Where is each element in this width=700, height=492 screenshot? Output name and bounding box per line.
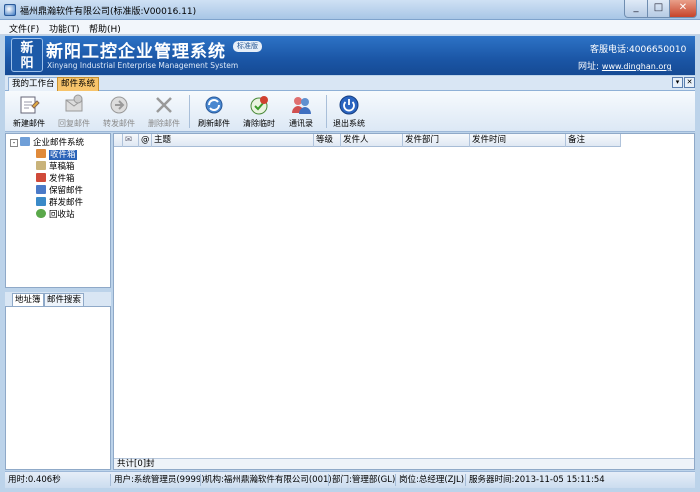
- tree-root[interactable]: - 企业邮件系统: [10, 137, 110, 149]
- col-send-time[interactable]: 发件时间: [470, 134, 566, 147]
- tree-item-label: 回收站: [49, 210, 75, 220]
- col-priority[interactable]: 等级: [314, 134, 341, 147]
- tree-item-label: 草稿箱: [49, 162, 75, 172]
- tree-item-label: 群发邮件: [49, 198, 84, 208]
- tab-mail-search[interactable]: 邮件搜索: [44, 293, 85, 306]
- forward-mail-label: 转发邮件: [103, 119, 135, 128]
- tab-my-workbench[interactable]: 我的工作台: [8, 77, 59, 91]
- delete-mail-label: 删除邮件: [148, 119, 180, 128]
- menu-function[interactable]: 功能(T): [49, 22, 80, 35]
- power-icon: [338, 94, 360, 116]
- reply-mail-icon: [63, 94, 85, 116]
- app-icon[interactable]: [4, 4, 16, 16]
- new-mail-button[interactable]: 新建邮件: [7, 93, 51, 131]
- website: 网址: www.dinghan.org: [578, 59, 672, 72]
- collapse-icon[interactable]: -: [10, 139, 18, 147]
- clear-temp-label: 清除临时: [243, 119, 275, 128]
- col-select[interactable]: [114, 134, 123, 147]
- exit-system-label: 退出系统: [333, 119, 365, 128]
- reply-mail-label: 回复邮件: [58, 119, 90, 128]
- tree-item-label: 发件箱: [49, 174, 75, 184]
- recycle-bin-icon: [36, 209, 46, 218]
- refresh-icon: [203, 94, 225, 116]
- brand-title: 新阳工控企业管理系统: [46, 42, 226, 62]
- tab-restore-button[interactable]: ▾: [672, 77, 683, 88]
- tab-mail-system[interactable]: 邮件系统: [57, 77, 100, 91]
- tree-item-outbox[interactable]: 发件箱: [36, 173, 110, 185]
- brand-subtitle: Xinyang Industrial Enterprise Management…: [47, 61, 239, 70]
- saved-mail-icon: [36, 185, 46, 194]
- tree-item-recycle[interactable]: 回收站: [36, 209, 110, 221]
- refresh-mail-button[interactable]: 刷新邮件: [192, 93, 236, 131]
- reply-mail-button[interactable]: 回复邮件: [52, 93, 96, 131]
- status-dept: 部门:管理部(GL): [328, 474, 395, 486]
- new-mail-label: 新建邮件: [13, 119, 45, 128]
- title-bar[interactable]: 福州鼎瀚软件有限公司(标准版:V00016.11): [0, 0, 700, 20]
- drafts-icon: [36, 161, 46, 170]
- col-subject[interactable]: 主题: [152, 134, 314, 147]
- forward-mail-icon: [108, 94, 130, 116]
- outbox-icon: [36, 173, 46, 182]
- col-sender-dept[interactable]: 发件部门: [403, 134, 470, 147]
- website-label: 网址:: [578, 62, 600, 72]
- maximize-button[interactable]: □: [647, 0, 670, 18]
- tree-item-drafts[interactable]: 草稿箱: [36, 161, 110, 173]
- contacts-icon: [290, 94, 312, 116]
- contacts-button[interactable]: 通讯录: [279, 93, 323, 131]
- address-book-panel: [5, 306, 111, 470]
- tree-item-label: 收件箱: [49, 150, 77, 160]
- tree-item-inbox[interactable]: 收件箱: [36, 149, 110, 161]
- service-phone: 客服电话:4006650010: [590, 45, 687, 55]
- website-link[interactable]: www.dinghan.org: [602, 62, 672, 71]
- tree-item-saved[interactable]: 保留邮件: [36, 185, 110, 197]
- tab-bar: [5, 76, 695, 91]
- delete-mail-icon: [153, 94, 175, 116]
- status-elapsed: 用时:0.406秒: [8, 475, 61, 485]
- col-remark[interactable]: 备注: [566, 134, 621, 147]
- tab-close-button[interactable]: ✕: [684, 77, 695, 88]
- menu-bar: 文件(F) 功能(T) 帮助(H): [0, 20, 700, 35]
- bulk-mail-icon: [36, 197, 46, 206]
- logo: 新 阳: [11, 38, 43, 72]
- col-mail-icon[interactable]: ✉: [123, 134, 139, 147]
- new-mail-icon: [18, 94, 40, 116]
- minimize-button[interactable]: _: [624, 0, 648, 18]
- close-button[interactable]: ✕: [669, 0, 697, 18]
- forward-mail-button[interactable]: 转发邮件: [97, 93, 141, 131]
- status-org: 机构:福州鼎瀚软件有限公司(001): [200, 474, 332, 486]
- col-sender[interactable]: 发件人: [341, 134, 403, 147]
- inbox-icon: [36, 149, 46, 158]
- status-server-time: 服务器时间:2013-11-05 15:11:54: [465, 474, 605, 486]
- menu-help[interactable]: 帮助(H): [89, 22, 121, 35]
- refresh-mail-label: 刷新邮件: [198, 119, 230, 128]
- contacts-label: 通讯录: [289, 119, 313, 128]
- mail-system-icon: [20, 137, 30, 146]
- menu-file[interactable]: 文件(F): [9, 22, 39, 35]
- status-user: 用户:系统管理员(9999): [110, 474, 205, 486]
- clear-temp-button[interactable]: 清除临时: [237, 93, 281, 131]
- mail-folder-tree: - 企业邮件系统 收件箱 草稿箱 发件箱 保留邮件 群发邮件 回收站: [5, 133, 111, 288]
- mail-count: 共计[0]封: [114, 458, 694, 469]
- mail-list[interactable]: [113, 133, 695, 470]
- edition-badge: 标准版: [233, 41, 262, 52]
- tree-item-bulk[interactable]: 群发邮件: [36, 197, 110, 209]
- logo-char-top: 新: [20, 41, 34, 56]
- col-attachment[interactable]: @: [139, 134, 152, 147]
- tab-address-book[interactable]: 地址簿: [12, 293, 44, 306]
- toolbar-separator: [189, 95, 190, 128]
- status-post: 岗位:总经理(ZJL): [395, 474, 464, 486]
- clear-temp-icon: [248, 94, 270, 116]
- window-title: 福州鼎瀚软件有限公司(标准版:V00016.11): [20, 7, 197, 17]
- tree-item-label: 保留邮件: [49, 186, 84, 196]
- logo-char-bottom: 阳: [20, 56, 34, 71]
- exit-system-button[interactable]: 退出系统: [327, 93, 371, 131]
- tree-root-label: 企业邮件系统: [33, 138, 85, 148]
- delete-mail-button[interactable]: 删除邮件: [142, 93, 186, 131]
